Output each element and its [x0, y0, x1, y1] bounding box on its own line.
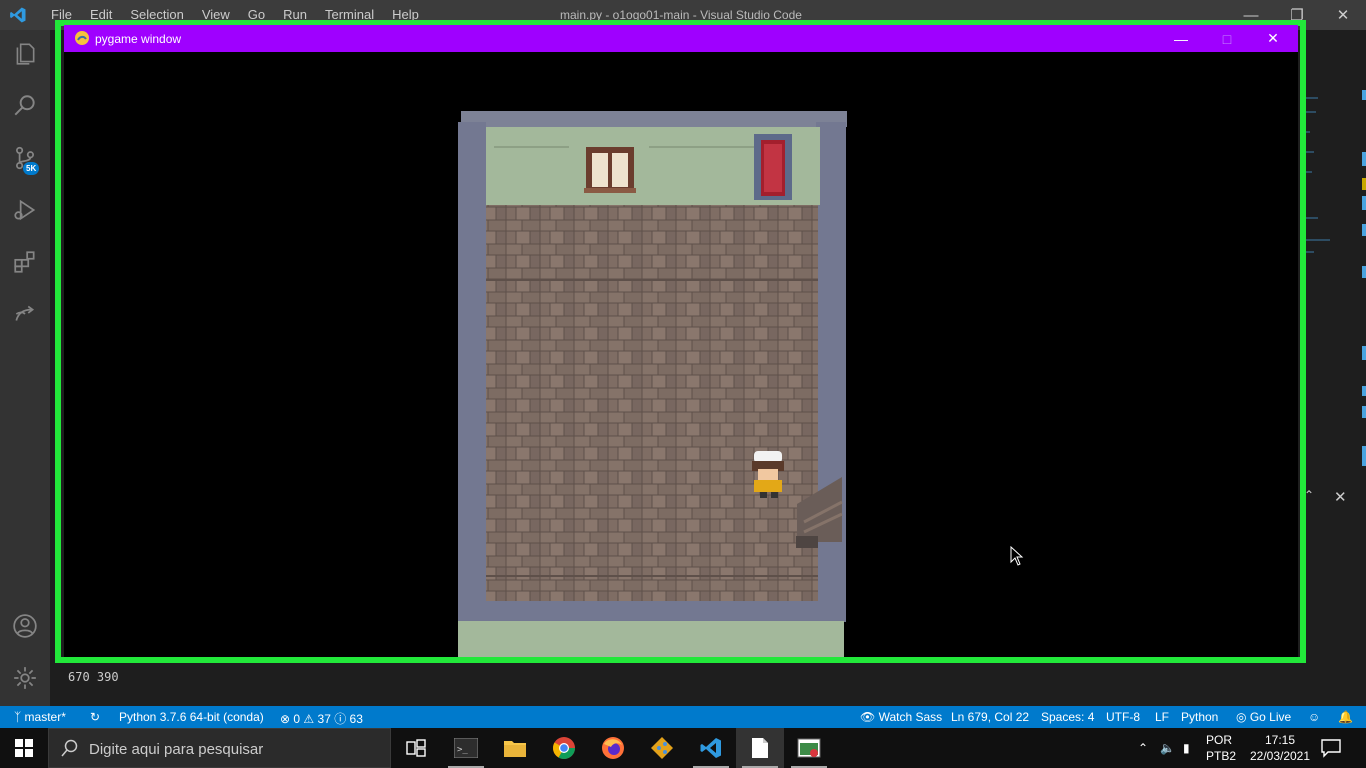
terminal-output-line: 670 390: [68, 670, 119, 684]
window-sprite: [584, 147, 636, 193]
source-control-icon[interactable]: 5K: [0, 134, 50, 182]
notepad-icon[interactable]: [736, 728, 784, 768]
sync-icon[interactable]: ↻: [90, 710, 100, 724]
problems-status[interactable]: ⊗ 0 ⚠ 37 ⓘ 63: [280, 710, 363, 727]
remote-icon[interactable]: [0, 290, 50, 338]
watch-sass-button[interactable]: 👁 Watch Sass: [860, 710, 942, 724]
git-client-icon[interactable]: [638, 728, 686, 768]
windows-taskbar: Digite aqui para pesquisar >_ ⌃ 🔈 ▮ POR …: [0, 728, 1366, 768]
game-canvas[interactable]: [64, 52, 1298, 657]
left-wall: [458, 122, 486, 622]
language-code: POR: [1206, 733, 1233, 747]
explorer-icon[interactable]: [0, 30, 50, 78]
pygame-titlebar[interactable]: pygame window — □ ✕: [64, 25, 1298, 52]
svg-text:>_: >_: [457, 745, 468, 755]
source-control-badge: 5K: [23, 162, 40, 175]
vscode-logo-icon: [10, 7, 26, 23]
floor: [486, 205, 818, 601]
volume-icon[interactable]: 🔈: [1160, 741, 1175, 755]
clock-date: 22/03/2021: [1249, 749, 1311, 763]
taskbar-search-box[interactable]: Digite aqui para pesquisar: [48, 728, 391, 768]
search-icon: [61, 739, 78, 757]
encoding[interactable]: UTF-8: [1106, 710, 1140, 724]
infos-count: 63: [349, 712, 363, 726]
line-ending[interactable]: LF: [1155, 710, 1169, 724]
language-mode[interactable]: Python: [1181, 710, 1218, 724]
feedback-icon[interactable]: ☺: [1308, 710, 1320, 724]
input-language[interactable]: POR PTB2: [1206, 732, 1236, 764]
pygame-window: pygame window — □ ✕: [64, 25, 1298, 657]
action-center-icon[interactable]: [1320, 738, 1342, 758]
keyboard-layout: PTB2: [1206, 749, 1237, 763]
pygame-minimize-icon[interactable]: —: [1158, 25, 1204, 52]
panel-close-icon[interactable]: ✕: [1334, 488, 1347, 506]
vscode-taskbar-icon[interactable]: [687, 728, 735, 768]
settings-gear-icon[interactable]: [0, 654, 50, 702]
pygame-taskbar-icon[interactable]: [785, 728, 833, 768]
activity-bar: 5K: [0, 30, 50, 706]
notifications-bell-icon[interactable]: 🔔: [1338, 710, 1353, 724]
indentation[interactable]: Spaces: 4: [1041, 710, 1094, 724]
cursor-position[interactable]: Ln 679, Col 22: [951, 710, 1029, 724]
terminal-panel: [50, 660, 1366, 706]
pygame-snake-icon: [75, 31, 89, 45]
close-icon[interactable]: ✕: [1320, 0, 1366, 30]
system-tray: ⌃ 🔈 ▮: [1138, 728, 1190, 768]
pygame-close-icon[interactable]: ✕: [1250, 25, 1296, 52]
clock-time: 17:15: [1264, 733, 1296, 747]
chevron-up-icon[interactable]: ⌃: [1138, 741, 1148, 755]
windows-start-icon[interactable]: [0, 728, 48, 768]
status-bar: ᛉ master* ↻ Python 3.7.6 64-bit (conda) …: [0, 706, 1366, 728]
chrome-icon[interactable]: [540, 728, 588, 768]
right-wall: [816, 122, 846, 622]
extensions-icon[interactable]: [0, 238, 50, 286]
errors-count: 0: [293, 712, 301, 726]
account-icon[interactable]: [0, 602, 50, 650]
clock[interactable]: 17:15 22/03/2021: [1248, 732, 1312, 764]
mouse-cursor-icon: [1010, 546, 1024, 566]
battery-icon[interactable]: ▮: [1183, 741, 1190, 755]
game-scene: [458, 111, 847, 657]
pygame-window-title: pygame window: [95, 32, 182, 46]
file-explorer-icon[interactable]: [491, 728, 539, 768]
search-placeholder: Digite aqui para pesquisar: [89, 741, 264, 758]
go-live-button[interactable]: ◎ Go Live: [1236, 710, 1291, 724]
task-view-icon[interactable]: [392, 728, 440, 768]
go-live-label: Go Live: [1249, 710, 1292, 724]
scrollbar-markers[interactable]: [1360, 90, 1366, 470]
minimap[interactable]: [1300, 92, 1340, 262]
top-wall: [461, 111, 847, 127]
search-icon[interactable]: [0, 82, 50, 130]
branch-status[interactable]: ᛉ master*: [14, 710, 66, 724]
run-debug-icon[interactable]: [0, 186, 50, 234]
python-interpreter[interactable]: Python 3.7.6 64-bit (conda): [119, 710, 264, 724]
terminal-app-icon[interactable]: >_: [442, 728, 490, 768]
firefox-icon[interactable]: [589, 728, 637, 768]
warnings-count: 37: [317, 712, 331, 726]
watch-sass-label: Watch Sass: [878, 710, 943, 724]
branch-label: master*: [24, 710, 66, 724]
pygame-maximize-icon[interactable]: □: [1204, 25, 1250, 52]
door-sprite: [754, 134, 792, 200]
